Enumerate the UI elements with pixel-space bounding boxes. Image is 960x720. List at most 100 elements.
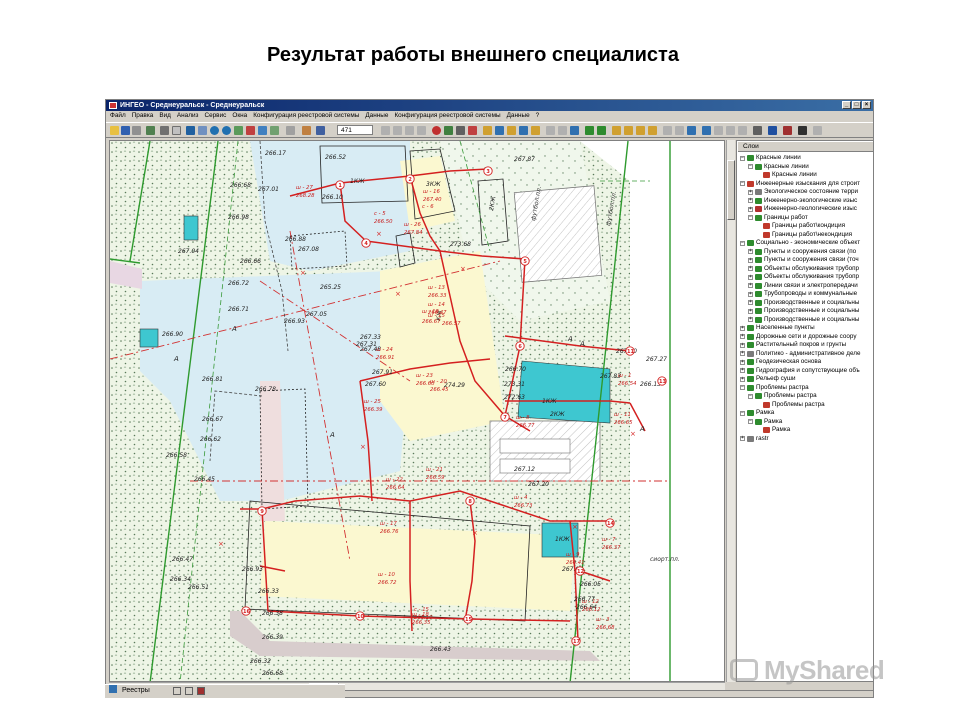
copy-icon[interactable]	[172, 126, 181, 135]
layer-node[interactable]: − Границы работ	[738, 214, 873, 223]
expand-toggle-icon[interactable]: −	[748, 393, 753, 399]
tool-icon[interactable]	[531, 126, 540, 135]
tool-icon[interactable]	[570, 126, 579, 135]
layer-node[interactable]: + Геодезическая основа	[738, 358, 873, 367]
menu-file[interactable]: Файл	[110, 111, 126, 121]
print-icon[interactable]	[132, 126, 141, 135]
layer-node[interactable]: + Экологическое состояние терри	[738, 188, 873, 197]
tab-layers[interactable]: Слои	[738, 142, 873, 152]
grid-icon[interactable]	[753, 126, 762, 135]
tool-icon[interactable]	[495, 126, 504, 135]
maximize-button[interactable]: □	[852, 101, 861, 109]
tool-icon[interactable]	[636, 126, 645, 135]
menu-data-2[interactable]: Данные	[507, 111, 530, 121]
expand-toggle-icon[interactable]: +	[740, 334, 745, 339]
tool-icon[interactable]	[783, 126, 792, 135]
expand-toggle-icon[interactable]: +	[748, 283, 753, 288]
menu-registry-config[interactable]: Конфигурация реестровой системы	[253, 111, 359, 121]
expand-toggle-icon[interactable]: +	[748, 206, 753, 212]
expand-toggle-icon[interactable]: +	[748, 317, 753, 322]
menu-view[interactable]: Вид	[159, 111, 171, 121]
menu-edit[interactable]: Правка	[132, 111, 154, 121]
expand-toggle-icon[interactable]: +	[748, 300, 753, 305]
layer-node[interactable]: − Красные линии	[738, 154, 873, 163]
map-canvas[interactable]: × × × × × × × × × 266.17 266.52 266.68 267.…	[109, 140, 725, 682]
map-vertical-scrollbar[interactable]	[726, 140, 735, 682]
expand-toggle-icon[interactable]: +	[740, 325, 745, 331]
expand-toggle-icon[interactable]: −	[740, 410, 745, 416]
expand-toggle-icon[interactable]: +	[748, 189, 753, 195]
layer-icon[interactable]	[270, 126, 279, 135]
layer-node[interactable]: − Социально - экономические объект	[738, 239, 873, 248]
tool-icon[interactable]	[456, 126, 465, 135]
layer-node[interactable]: Рамка	[738, 426, 873, 435]
layer-node[interactable]: + Линии связи и электропередачи	[738, 282, 873, 291]
expand-toggle-icon[interactable]: −	[740, 181, 745, 186]
layer-node[interactable]: + Инженерно-геологические изыс	[738, 205, 873, 214]
window-icon[interactable]	[173, 687, 181, 695]
tool-icon[interactable]	[813, 126, 822, 135]
layer-node[interactable]: + Растительный покров и грунты	[738, 341, 873, 350]
tool-icon[interactable]	[612, 126, 621, 135]
layer-node[interactable]: + rastr	[738, 435, 873, 444]
expand-toggle-icon[interactable]: −	[748, 419, 753, 424]
layer-node[interactable]: − Красные линии	[738, 163, 873, 172]
menu-registry-config-2[interactable]: Конфигурация реестровой системы	[394, 111, 500, 121]
refresh-icon[interactable]	[258, 126, 267, 135]
expand-toggle-icon[interactable]: +	[740, 359, 745, 365]
tool-icon[interactable]	[519, 126, 528, 135]
expand-toggle-icon[interactable]: +	[740, 368, 745, 373]
cut-icon[interactable]	[160, 126, 169, 135]
layer-node[interactable]: Границы работ\некондиция	[738, 231, 873, 240]
tool-icon[interactable]	[585, 126, 594, 135]
expand-toggle-icon[interactable]: −	[748, 215, 753, 220]
expand-toggle-icon[interactable]: +	[748, 274, 753, 280]
tool-icon[interactable]	[381, 126, 390, 135]
open-icon[interactable]	[110, 126, 119, 135]
menu-help[interactable]: ?	[536, 111, 540, 121]
expand-toggle-icon[interactable]: −	[740, 385, 745, 390]
expand-toggle-icon[interactable]: +	[748, 198, 753, 203]
select-icon[interactable]	[146, 126, 155, 135]
tool-icon[interactable]	[663, 126, 672, 135]
layer-node[interactable]: + Гидрография и сопутствующие объ	[738, 367, 873, 376]
tool-icon[interactable]	[468, 126, 477, 135]
zoom-out-icon[interactable]	[222, 126, 231, 135]
expand-toggle-icon[interactable]: −	[740, 155, 745, 161]
expand-toggle-icon[interactable]: −	[740, 240, 745, 246]
tool-icon[interactable]	[417, 126, 426, 135]
expand-toggle-icon[interactable]: +	[740, 376, 745, 382]
minimize-button[interactable]: _	[842, 101, 851, 109]
tool-icon[interactable]	[507, 126, 516, 135]
zoom-window-icon[interactable]	[246, 126, 255, 135]
zoom-input[interactable]: 471	[337, 125, 373, 135]
expand-toggle-icon[interactable]: +	[740, 436, 745, 441]
ruler-icon[interactable]	[286, 126, 295, 135]
layer-node[interactable]: + Трубопроводы и коммунальные	[738, 290, 873, 299]
expand-toggle-icon[interactable]: −	[748, 164, 753, 169]
tool-icon[interactable]	[624, 126, 633, 135]
tool-icon[interactable]	[714, 126, 723, 135]
tool-icon[interactable]	[702, 126, 711, 135]
tool-icon[interactable]	[405, 126, 414, 135]
expand-toggle-icon[interactable]: +	[740, 351, 745, 356]
layer-node[interactable]: − Проблемы растра	[738, 384, 873, 393]
tool-icon[interactable]	[393, 126, 402, 135]
layer-node[interactable]: + Пункты и сооружения связи (точ	[738, 256, 873, 265]
menu-analysis[interactable]: Анализ	[177, 111, 199, 121]
zoom-in-icon[interactable]	[210, 126, 219, 135]
layer-node[interactable]: − Рамка	[738, 418, 873, 427]
expand-toggle-icon[interactable]: +	[748, 291, 753, 297]
close-doc-icon[interactable]	[197, 687, 205, 695]
scrollbar-thumb[interactable]	[727, 160, 735, 220]
tool-icon[interactable]	[726, 126, 735, 135]
layer-node[interactable]: + Объекты обслуживания трубопр	[738, 265, 873, 274]
pan-icon[interactable]	[198, 126, 207, 135]
layer-node[interactable]: + Производственные и социальны	[738, 307, 873, 316]
expand-toggle-icon[interactable]: +	[748, 266, 753, 271]
menu-windows[interactable]: Окна	[232, 111, 247, 121]
expand-toggle-icon[interactable]: +	[748, 249, 753, 254]
tool-icon[interactable]	[546, 126, 555, 135]
help-pointer-icon[interactable]	[798, 126, 807, 135]
tool-icon[interactable]	[648, 126, 657, 135]
